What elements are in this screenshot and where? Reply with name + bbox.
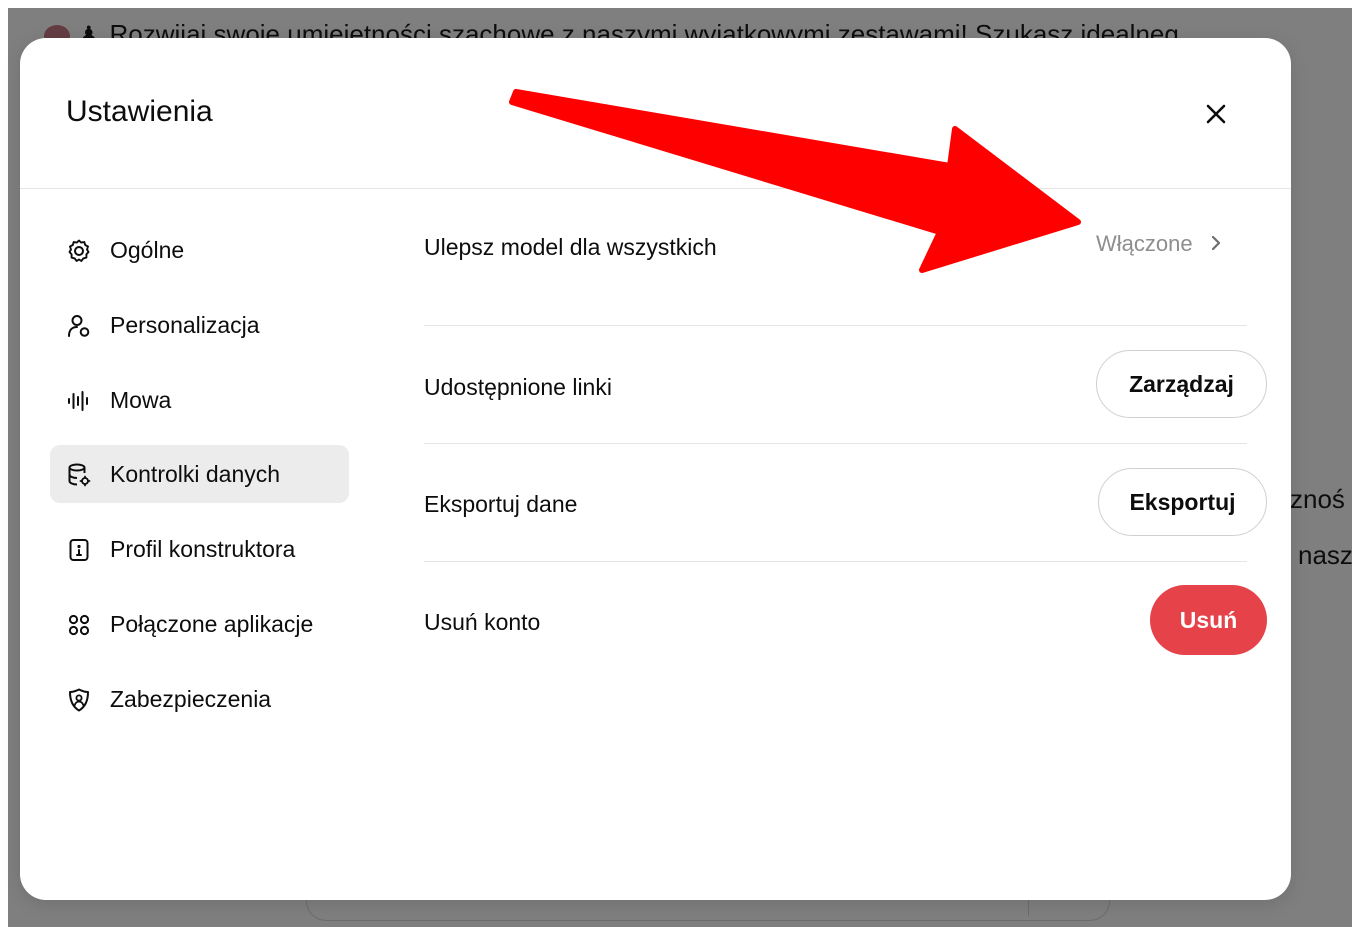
shield-user-icon <box>69 688 89 712</box>
sidebar-item-polaczone-aplikacje[interactable]: Połączone aplikacje <box>50 595 349 653</box>
row-label: Udostępnione linki <box>424 374 612 400</box>
screen-edge <box>0 0 8 927</box>
row-divider <box>424 443 1247 444</box>
sidebar-item-kontrolki-danych[interactable]: Kontrolki danych <box>50 445 349 503</box>
improve-model-toggle-link[interactable]: Włączone <box>1096 231 1223 257</box>
row-label: Eksportuj dane <box>424 491 578 517</box>
person-settings-icon <box>68 315 90 337</box>
sidebar-item-label: Połączone aplikacje <box>110 610 314 637</box>
sidebar-item-label: Ogólne <box>110 236 185 263</box>
close-icon <box>1206 104 1226 124</box>
sidebar-item-mowa[interactable]: Mowa <box>50 371 349 429</box>
sidebar-item-label: Zabezpieczenia <box>110 685 272 712</box>
sidebar-item-label: Kontrolki danych <box>110 460 281 487</box>
manage-shared-links-button[interactable]: Zarządzaj <box>1096 350 1267 418</box>
settings-dialog: Ustawienia Ogólne Personalizacja Mowa Ko… <box>20 38 1291 900</box>
close-button[interactable] <box>1194 92 1238 136</box>
row-divider <box>424 325 1247 326</box>
waveform-icon <box>68 391 88 411</box>
sidebar-item-label: Profil konstruktora <box>110 535 296 562</box>
row-divider <box>424 561 1247 562</box>
sidebar-item-zabezpieczenia[interactable]: Zabezpieczenia <box>50 670 349 728</box>
row-label: Usuń konto <box>424 609 541 635</box>
apps-grid-icon <box>68 614 90 636</box>
sidebar-item-personalizacja[interactable]: Personalizacja <box>50 296 349 354</box>
dialog-title: Ustawienia <box>66 95 213 128</box>
id-card-icon <box>69 539 89 561</box>
chevron-right-icon <box>1211 235 1220 251</box>
export-data-button[interactable]: Eksportuj <box>1098 468 1267 536</box>
improve-model-status: Włączone <box>1096 231 1193 256</box>
sidebar-item-label: Mowa <box>110 386 172 413</box>
gear-icon <box>68 239 90 262</box>
sidebar-item-ogolne[interactable]: Ogólne <box>50 221 349 279</box>
sidebar-item-label: Personalizacja <box>110 311 260 338</box>
sidebar-item-profil-konstruktora[interactable]: Profil konstruktora <box>50 520 349 578</box>
dialog-header: Ustawienia <box>20 38 1291 189</box>
delete-account-button[interactable]: Usuń <box>1150 585 1267 655</box>
row-label: Ulepsz model dla wszystkich <box>424 234 717 260</box>
database-gear-icon <box>68 463 91 487</box>
